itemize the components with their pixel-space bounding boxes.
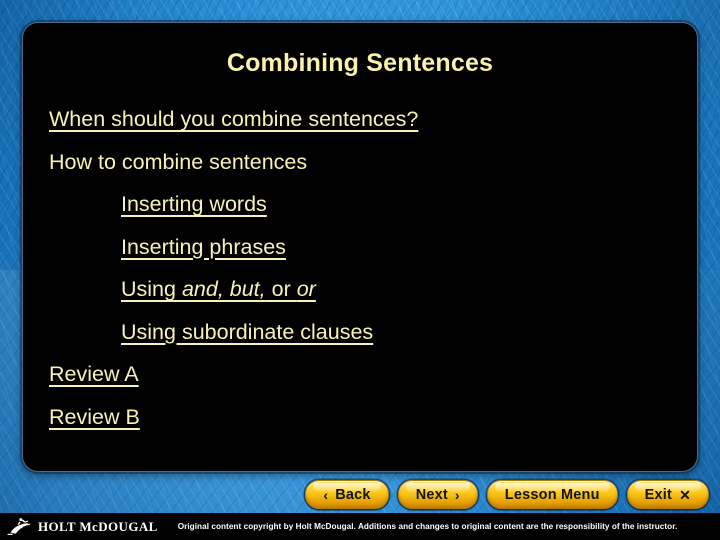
bullet-list: When should you combine sentences? How to… (23, 107, 697, 449)
publisher-name: HOLT McDOUGAL (38, 518, 158, 534)
bullet-label: Review A (49, 362, 139, 386)
bullet-review-b[interactable]: Review B (49, 404, 697, 429)
bullet-label: Inserting phrases (121, 234, 286, 259)
exit-button-label: Exit (644, 486, 673, 503)
chevron-right-icon: › (454, 486, 460, 503)
bullet-label: Inserting words (121, 192, 267, 216)
next-button-label: Next (415, 486, 448, 503)
bullet-when-should-you-combine-sentences[interactable]: When should you combine sentences? (49, 107, 697, 131)
bullet-inserting-words[interactable]: Inserting words (121, 192, 697, 216)
bullet-using-and-but-or-or[interactable]: Using and, but, or or (121, 277, 697, 301)
exit-button[interactable]: Exit ✕ (626, 480, 709, 509)
chevron-left-icon: ‹ (323, 486, 329, 503)
bullet-how-to-combine-sentences: How to combine sentences (49, 149, 697, 174)
navigation-bar: ‹ Back Next › Lesson Menu Exit ✕ (0, 480, 720, 509)
lesson-menu-button[interactable]: Lesson Menu (486, 480, 618, 509)
bullet-label: Using subordinate clauses (121, 319, 374, 344)
bullet-label: When should you combine sentences? (49, 107, 419, 131)
next-button[interactable]: Next › (397, 480, 478, 509)
copyright-notice: Original content copyright by Holt McDou… (177, 522, 678, 531)
slide-viewer: Combining Sentences When should you comb… (0, 0, 720, 540)
publisher-logo: HOLT McDOUGAL (0, 518, 158, 535)
horse-and-rider-icon (7, 518, 31, 535)
bullet-review-a[interactable]: Review A (49, 362, 697, 386)
lesson-menu-button-label: Lesson Menu (504, 486, 600, 503)
bullet-label: How to combine sentences (49, 149, 308, 174)
bullet-label: Review B (49, 404, 140, 429)
back-button-label: Back (335, 486, 371, 503)
footer-bar: HOLT McDOUGAL Original content copyright… (0, 513, 720, 540)
close-x-icon: ✕ (679, 486, 691, 503)
back-button[interactable]: ‹ Back (305, 480, 389, 509)
bullet-inserting-phrases[interactable]: Inserting phrases (121, 234, 697, 259)
content-panel: Combining Sentences When should you comb… (22, 22, 698, 472)
bullet-using-subordinate-clauses[interactable]: Using subordinate clauses (121, 319, 697, 344)
slide-title: Combining Sentences (226, 49, 494, 77)
bullet-label: Using and, but, or or (121, 277, 316, 301)
